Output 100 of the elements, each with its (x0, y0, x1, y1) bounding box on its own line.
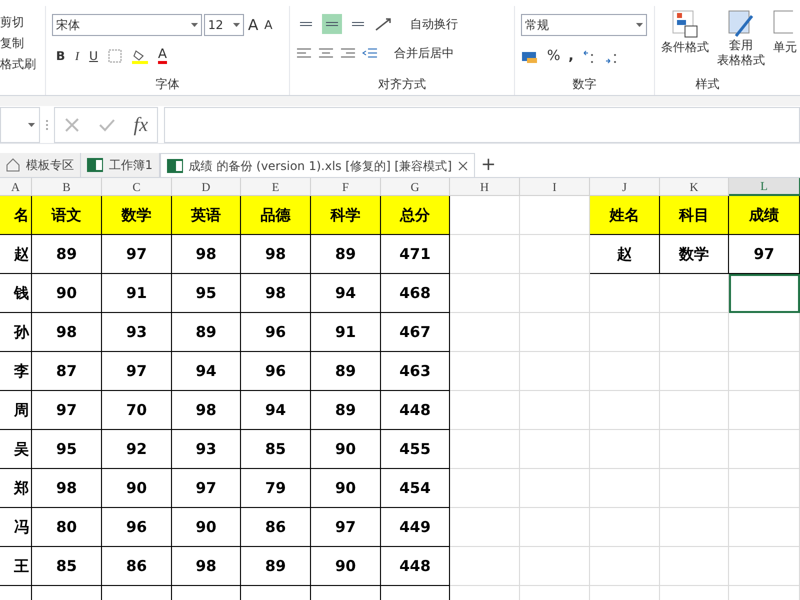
format-button[interactable]: B (56, 46, 66, 64)
column-header[interactable]: J (590, 178, 660, 196)
empty-cell (590, 391, 660, 430)
active-cell[interactable] (729, 274, 800, 313)
table-cell: 471 (381, 235, 450, 274)
table-cell: 468 (381, 274, 450, 313)
conditional-format-button[interactable]: 条件格式 (661, 10, 709, 68)
format-button[interactable]: U (89, 46, 98, 64)
table-cell: 95 (172, 274, 241, 313)
column-header[interactable]: E (241, 178, 311, 196)
percent-button[interactable]: % (547, 46, 560, 67)
shrink-font-button[interactable]: A (262, 16, 274, 34)
table-cell: 97 (102, 352, 172, 391)
column-header[interactable]: H (450, 178, 520, 196)
table-cell: 455 (381, 430, 450, 469)
document-tab[interactable]: 成绩 的备份 (version 1).xls [修复的] [兼容模式] (160, 153, 475, 177)
empty-cell (660, 508, 729, 547)
home-icon (6, 158, 20, 172)
orientation-icon[interactable] (374, 16, 394, 32)
borders-icon[interactable] (108, 48, 122, 62)
font-name-field[interactable]: 宋体 (52, 14, 202, 36)
empty-cell (590, 469, 660, 508)
separator-dots-icon (46, 120, 48, 130)
table-cell: 449 (381, 508, 450, 547)
cell-styles-button[interactable]: 单元 (773, 10, 797, 68)
conditional-format-icon (672, 10, 698, 38)
wrap-text-button[interactable]: 自动换行 (410, 15, 458, 33)
grow-font-button[interactable]: A (246, 14, 260, 36)
empty-cell (520, 508, 590, 547)
table-cell: 89 (32, 235, 102, 274)
table-cell: 97 (729, 235, 800, 274)
dropdown-caret-icon (191, 23, 198, 28)
clipboard-button[interactable]: 剪切 (0, 14, 45, 30)
table-cell: 王 (0, 547, 32, 586)
table-cell: 93 (172, 430, 241, 469)
column-header[interactable]: L (729, 178, 800, 196)
currency-icon[interactable] (521, 50, 539, 64)
table-cell: 91 (102, 274, 172, 313)
align-left-icon[interactable] (296, 47, 312, 59)
close-icon[interactable] (458, 160, 468, 170)
align-right-icon[interactable] (340, 47, 356, 59)
fill-color-icon[interactable] (132, 48, 148, 64)
table-cell: 90 (311, 430, 381, 469)
empty-cell (450, 274, 520, 313)
spreadsheet-icon (87, 158, 103, 172)
table-cell: 吴 (0, 430, 32, 469)
table-cell: 467 (381, 313, 450, 352)
table-cell: 98 (172, 547, 241, 586)
clipboard-button[interactable]: 复制 (0, 35, 45, 51)
group-label: 样式 (694, 76, 720, 93)
column-header[interactable]: G (381, 178, 450, 196)
table-cell: 90 (311, 547, 381, 586)
column-header[interactable]: I (520, 178, 590, 196)
empty-cell (590, 547, 660, 586)
format-button[interactable]: I (75, 46, 80, 64)
header-cell: 语文 (32, 196, 102, 235)
document-tab[interactable]: 模板专区 (0, 153, 81, 177)
insert-function-button[interactable]: fx (134, 110, 148, 140)
column-header[interactable]: A (0, 178, 32, 196)
formula-input[interactable] (164, 106, 800, 142)
clipboard-button[interactable]: 格式刷 (0, 56, 45, 72)
comma-button[interactable]: , (568, 46, 574, 67)
column-header[interactable]: F (311, 178, 381, 196)
column-header[interactable]: C (102, 178, 172, 196)
indent-icon[interactable] (362, 47, 378, 59)
table-cell: 94 (172, 352, 241, 391)
empty-cell (660, 274, 729, 313)
empty-cell (590, 313, 660, 352)
table-format-button[interactable]: 套用 表格格式 (717, 10, 765, 68)
empty-cell (729, 391, 800, 430)
table-cell: 96 (241, 352, 311, 391)
font-color-button[interactable]: A (158, 48, 167, 64)
check-icon[interactable] (98, 116, 116, 132)
font-size-field[interactable]: 12 (204, 14, 244, 36)
align-button[interactable] (322, 14, 342, 34)
number-format-field[interactable]: 常规 (521, 14, 647, 36)
empty-cell (520, 235, 590, 274)
empty-cell (450, 235, 520, 274)
table-cell: 郑 (0, 469, 32, 508)
table-cell: 87 (32, 352, 102, 391)
merge-center-button[interactable]: 合并后居中 (394, 44, 454, 62)
empty-cell (520, 547, 590, 586)
header-cell: 科学 (311, 196, 381, 235)
table-cell: 454 (381, 469, 450, 508)
document-tab[interactable]: 工作簿1 (81, 153, 160, 177)
empty-cell (660, 430, 729, 469)
table-cell: 79 (241, 469, 311, 508)
align-center-icon[interactable] (318, 47, 334, 59)
new-tab-button[interactable]: + (474, 153, 502, 177)
empty-cell (520, 391, 590, 430)
header-cell: 英语 (172, 196, 241, 235)
empty-cell (729, 469, 800, 508)
table-cell: 钱 (0, 274, 32, 313)
column-header[interactable]: K (660, 178, 729, 196)
empty-cell (450, 313, 520, 352)
table-cell: 89 (311, 352, 381, 391)
table-cell: 94 (241, 391, 311, 430)
table-cell: 90 (172, 508, 241, 547)
column-header[interactable]: B (32, 178, 102, 196)
column-header[interactable]: D (172, 178, 241, 196)
